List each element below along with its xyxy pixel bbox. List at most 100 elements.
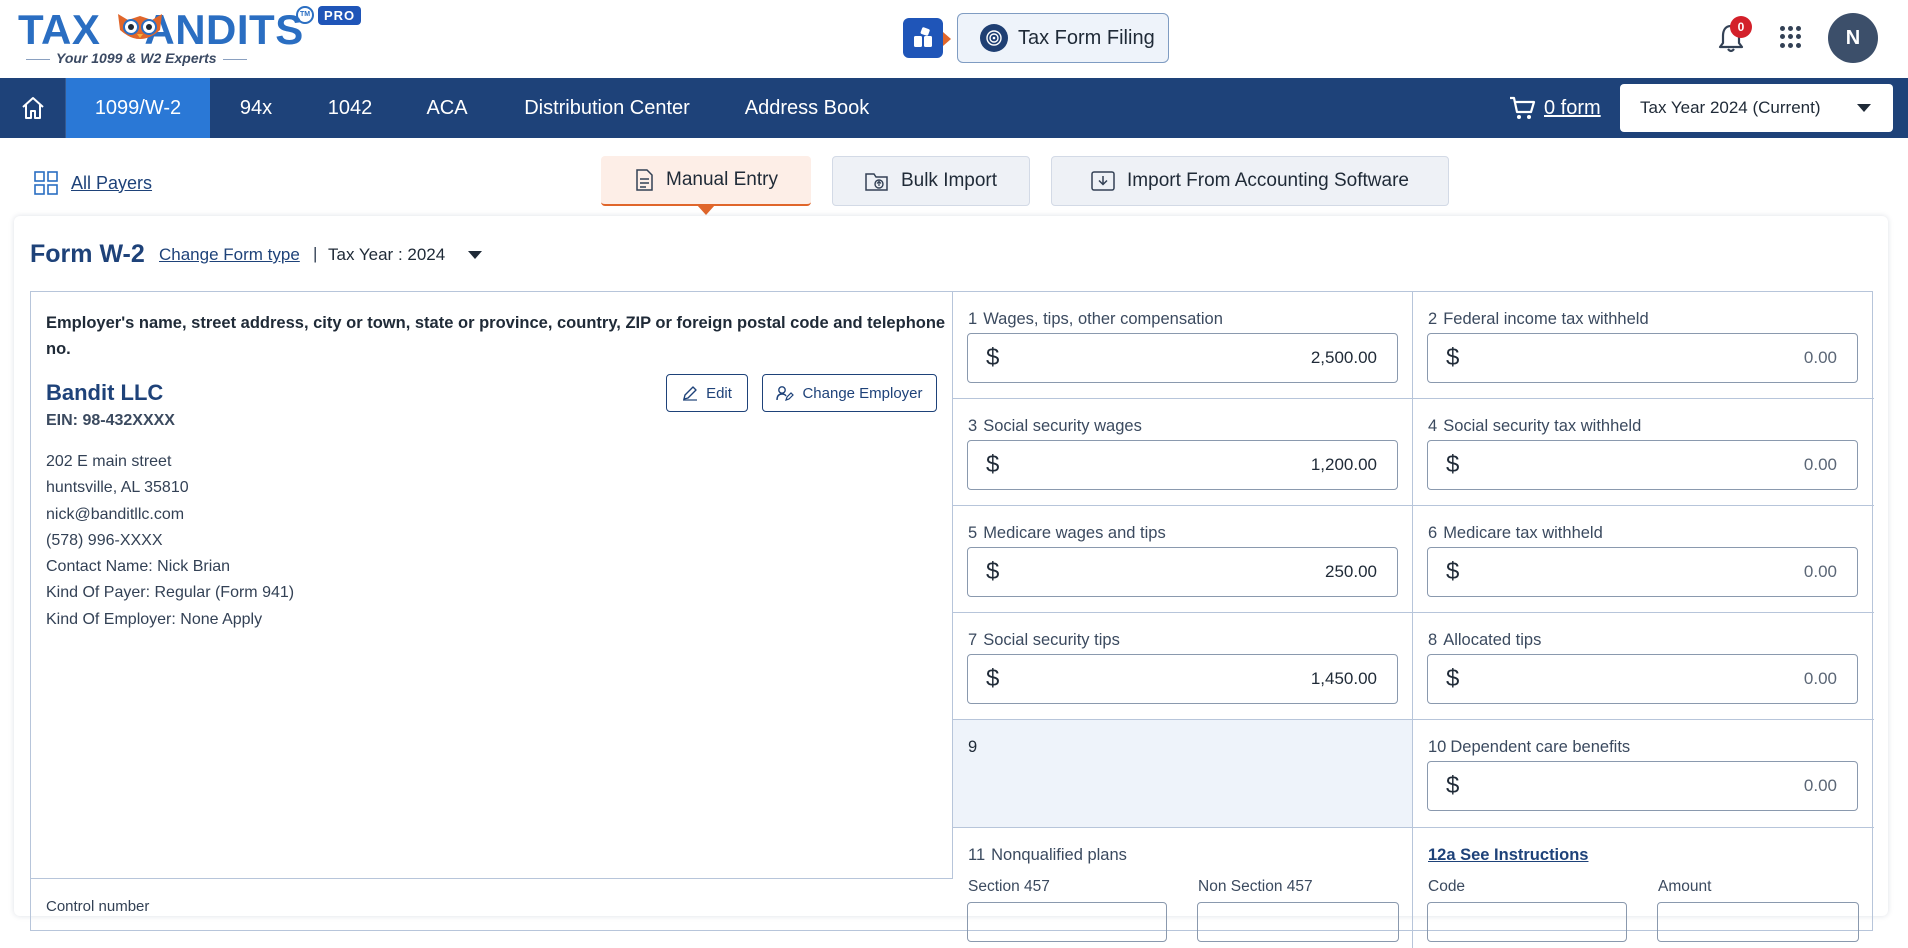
logo-tagline: Your 1099 & W2 Experts [20, 50, 253, 66]
dollar-sign: $ [1446, 665, 1460, 692]
box-12a-instructions-link[interactable]: 12a See Instructions [1428, 846, 1588, 865]
box-10: 10 Dependent care benefits $0.00 [1413, 720, 1874, 828]
ss-tips-value: 1,450.00 [1310, 669, 1377, 688]
app-switcher-button[interactable] [903, 18, 943, 58]
w2-form-grid: Employer's name, street address, city or… [30, 291, 1874, 948]
user-avatar[interactable]: N [1828, 13, 1878, 63]
box-label: Dependent care benefits [1450, 738, 1631, 756]
employer-ein: EIN: 98-432XXXX [46, 412, 175, 429]
form-tax-year[interactable]: Tax Year : 2024 [328, 245, 445, 265]
box-12a: 12a See Instructions Code Amount [1413, 828, 1874, 948]
document-icon [636, 169, 653, 191]
dollar-sign: $ [986, 558, 1000, 585]
form-title: Form W-2 [30, 240, 145, 268]
tax-year-dropdown[interactable]: Tax Year 2024 (Current) [1620, 84, 1893, 132]
apps-grid-icon[interactable] [1780, 26, 1802, 48]
user-edit-icon [776, 386, 795, 401]
tab-import-accounting[interactable]: Import From Accounting Software [1051, 156, 1449, 206]
active-tab-pointer [697, 205, 715, 215]
section-457-input[interactable] [967, 902, 1167, 942]
box-9: 9 [953, 720, 1413, 828]
tab-bulk-import[interactable]: Bulk Import [832, 156, 1030, 206]
all-payers-link[interactable]: All Payers [33, 170, 152, 196]
box-8: 8 Allocated tips $0.00 [1413, 613, 1874, 720]
home-button[interactable] [0, 78, 66, 138]
box-5: 5 Medicare wages and tips $250.00 [953, 506, 1413, 613]
box-2: 2 Federal income tax withheld $0.00 [1413, 292, 1874, 399]
code-label: Code [1428, 878, 1466, 895]
box-number: 4 [1428, 417, 1438, 435]
federal-tax-input[interactable]: $0.00 [1427, 333, 1858, 383]
dollar-sign: $ [1446, 344, 1460, 371]
nav-item-1042[interactable]: 1042 [312, 78, 388, 138]
ss-tax-input[interactable]: $0.00 [1427, 440, 1858, 490]
employer-panel: Employer's name, street address, city or… [31, 292, 953, 879]
taxbandits-logo[interactable]: TAX ANDITS TM PRO Your 1099 & W2 Experts [18, 4, 362, 68]
dollar-sign: $ [986, 451, 1000, 478]
non-section-457-label: Non Section 457 [1198, 878, 1313, 895]
cart-count-label: 0 form [1544, 96, 1601, 119]
import-tray-icon [1091, 171, 1115, 191]
top-header: TAX ANDITS TM PRO Your 1099 & W2 Experts … [0, 0, 1908, 78]
box-6: 6 Medicare tax withheld $0.00 [1413, 506, 1874, 613]
fingerprint-icon [980, 24, 1008, 52]
folder-upload-icon [865, 173, 888, 191]
change-form-type-link[interactable]: Change Form type [159, 245, 300, 265]
box-number: 8 [1428, 631, 1438, 649]
tab-bulk-import-label: Bulk Import [900, 170, 998, 191]
box-label: Social security wages [983, 417, 1142, 435]
tax-form-filing-button[interactable]: Tax Form Filing [957, 13, 1169, 63]
edit-employer-button[interactable]: Edit [666, 374, 748, 412]
ss-tax-value: 0.00 [1803, 455, 1837, 474]
main-navbar: 1099/W-2 94x 1042 ACA Distribution Cente… [0, 78, 1908, 138]
box-label: Medicare wages and tips [983, 524, 1166, 542]
cart-icon [1510, 96, 1536, 119]
apps-box-icon [914, 27, 932, 47]
home-icon [21, 97, 44, 119]
dependent-care-input[interactable]: $0.00 [1427, 761, 1858, 811]
box-label: Federal income tax withheld [1443, 310, 1649, 328]
change-employer-label: Change Employer [802, 384, 923, 402]
box-label: Social security tips [983, 631, 1120, 649]
employer-name: Bandit LLC [46, 380, 164, 405]
box-12a-amount-input[interactable] [1657, 902, 1859, 942]
box-9-number: 9 [968, 738, 978, 756]
dollar-sign: $ [1446, 772, 1460, 799]
tax-year-caret-icon[interactable] [468, 251, 482, 259]
tab-manual-entry[interactable]: Manual Entry [601, 156, 811, 215]
cart-link[interactable]: 0 form [1508, 92, 1601, 124]
medicare-wages-input[interactable]: $250.00 [967, 547, 1398, 597]
nav-item-distribution-center[interactable]: Distribution Center [508, 78, 706, 138]
federal-tax-value: 0.00 [1803, 348, 1837, 367]
employer-kind-of-payer: Kind Of Payer: Regular (Form 941) [46, 584, 295, 601]
change-employer-button[interactable]: Change Employer [762, 374, 937, 412]
box-7: 7 Social security tips $1,450.00 [953, 613, 1413, 720]
ss-wages-input[interactable]: $1,200.00 [967, 440, 1398, 490]
chevron-down-icon [1857, 104, 1871, 112]
control-number-label: Control number [46, 898, 150, 915]
employer-contact-name: Contact Name: Nick Brian [46, 558, 231, 575]
product-button-label: Tax Form Filing [1018, 26, 1155, 49]
nav-item-1099-w2[interactable]: 1099/W-2 [66, 78, 210, 138]
box-label: Medicare tax withheld [1443, 524, 1603, 542]
notification-badge: 0 [1730, 16, 1752, 38]
nav-item-94x[interactable]: 94x [218, 78, 294, 138]
non-section-457-input[interactable] [1197, 902, 1399, 942]
box-number: 2 [1428, 310, 1438, 328]
all-payers-label: All Payers [71, 172, 153, 193]
box-label: Nonqualified plans [991, 846, 1127, 864]
nav-item-address-book[interactable]: Address Book [732, 78, 882, 138]
dependent-care-value: 0.00 [1803, 776, 1837, 795]
box-number: 6 [1428, 524, 1438, 542]
allocated-tips-input[interactable]: $0.00 [1427, 654, 1858, 704]
box-12a-code-input[interactable] [1427, 902, 1627, 942]
box-number: 7 [968, 631, 978, 649]
ss-tips-input[interactable]: $1,450.00 [967, 654, 1398, 704]
dollar-sign: $ [986, 344, 1000, 371]
nav-item-aca[interactable]: ACA [410, 78, 484, 138]
title-separator: | [313, 244, 318, 263]
medicare-tax-input[interactable]: $0.00 [1427, 547, 1858, 597]
box-label: Wages, tips, other compensation [983, 310, 1223, 328]
box-number: 1 [968, 310, 978, 328]
wages-input[interactable]: $2,500.00 [967, 333, 1398, 383]
